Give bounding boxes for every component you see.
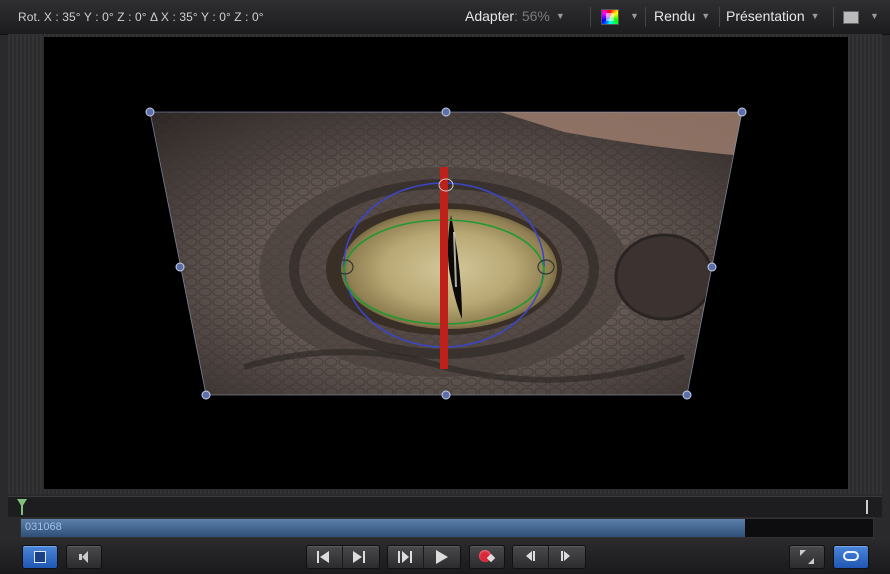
fullscreen-icon [800, 550, 814, 564]
chevron-down-icon: ▼ [555, 11, 565, 21]
play-range-bar[interactable]: 031068 [20, 518, 874, 538]
corner-handle-top-left[interactable] [145, 107, 155, 117]
crocodile-eye-image[interactable] [144, 107, 754, 402]
loop-icon [843, 551, 859, 561]
transport-bar [0, 538, 890, 574]
edge-handle-left[interactable] [175, 262, 185, 272]
render-menu[interactable]: Rendu ▼ [654, 8, 710, 24]
edge-handle-right[interactable] [707, 262, 717, 272]
render-label: Rendu [654, 8, 696, 24]
rotation-readout: Rot. X : 35° Y : 0° Z : 0° Δ X : 35° Y :… [18, 10, 264, 24]
jump-group [306, 545, 380, 569]
toolbar-divider [590, 7, 591, 27]
zoom-value: : 56% [514, 8, 550, 24]
out-point-icon[interactable] [866, 500, 874, 514]
toolbar-divider [645, 7, 646, 27]
play-range-fill[interactable] [21, 519, 746, 537]
layers-panel-icon [34, 551, 46, 563]
color-channel-icon[interactable] [601, 9, 619, 25]
record-icon [479, 550, 496, 563]
edge-handle-bottom[interactable] [441, 390, 451, 400]
chevron-down-icon[interactable]: ▼ [870, 11, 879, 21]
play-icon[interactable] [436, 550, 448, 564]
step-group [512, 545, 586, 569]
timecode: 031068 [25, 521, 62, 533]
presentation-label: Présentation [726, 8, 805, 24]
audio-button[interactable] [66, 545, 102, 569]
fit-label: Adapter [465, 8, 515, 24]
timeline-ruler[interactable] [8, 496, 882, 517]
edge-handle-top[interactable] [441, 107, 451, 117]
canvas-viewport[interactable] [44, 37, 848, 489]
corner-handle-bottom-right[interactable] [682, 390, 692, 400]
play-group [387, 545, 461, 569]
canvas-stage[interactable] [44, 37, 848, 489]
x-axis-handle[interactable] [440, 167, 448, 369]
view-layout-icon[interactable] [843, 11, 859, 24]
corner-handle-top-right[interactable] [737, 107, 747, 117]
playhead-line [21, 499, 23, 515]
chevron-down-icon[interactable]: ▼ [630, 11, 639, 21]
chevron-down-icon: ▼ [810, 11, 820, 21]
toolbar-divider [719, 7, 720, 27]
chevron-down-icon: ▼ [701, 11, 711, 21]
record-button[interactable] [469, 545, 505, 569]
corner-handle-bottom-left[interactable] [201, 390, 211, 400]
layers-toggle-button[interactable] [22, 545, 58, 569]
loop-button[interactable] [833, 545, 869, 569]
presentation-menu[interactable]: Présentation ▼ [726, 8, 820, 24]
canvas-toolbar: Rot. X : 35° Y : 0° Z : 0° Δ X : 35° Y :… [0, 0, 890, 35]
fit-zoom-menu[interactable]: Adapter: 56% ▼ [465, 8, 565, 24]
fullscreen-button[interactable] [789, 545, 825, 569]
toolbar-divider [833, 7, 834, 27]
